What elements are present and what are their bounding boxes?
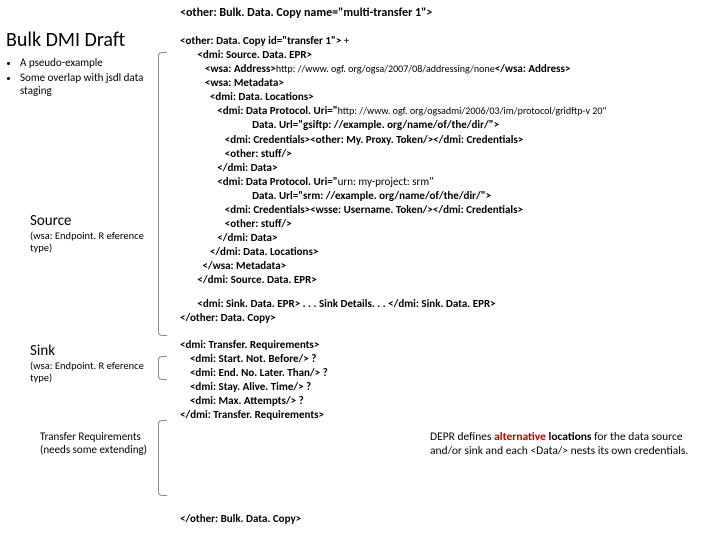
comment-text: DEPR defines alternative locations for t… <box>430 430 700 459</box>
sink-title: Sink <box>30 342 150 360</box>
brace-icon <box>158 420 167 496</box>
source-subtitle: (wsa: Endpoint. R eference type) <box>30 230 150 253</box>
sink-label: Sink (wsa: Endpoint. R eference type) <box>30 342 150 383</box>
brace-icon <box>158 52 167 336</box>
source-label: Source (wsa: Endpoint. R eference type) <box>30 212 150 253</box>
brace-icon <box>158 356 167 380</box>
bullet-list: A pseudo-example Some overlap with jsdl … <box>20 56 166 97</box>
bullet-item: A pseudo-example <box>20 56 166 69</box>
closing-tag: </other: Bulk. Data. Copy> <box>180 512 301 525</box>
source-title: Source <box>30 212 150 230</box>
slide-title: Bulk DMI Draft <box>6 28 166 52</box>
sink-subtitle: (wsa: Endpoint. R eference type) <box>30 360 150 383</box>
outer-element-tag: <other: Bulk. Data. Copy name="multi-tra… <box>180 6 432 20</box>
left-column: Bulk DMI Draft A pseudo-example Some ove… <box>6 28 166 99</box>
transfer-requirements-label: Transfer Requirements (needs some extend… <box>40 430 160 456</box>
xml-code-block: <other: Data. Copy id="transfer 1"> + <d… <box>180 34 710 422</box>
bullet-item: Some overlap with jsdl data staging <box>20 71 166 97</box>
